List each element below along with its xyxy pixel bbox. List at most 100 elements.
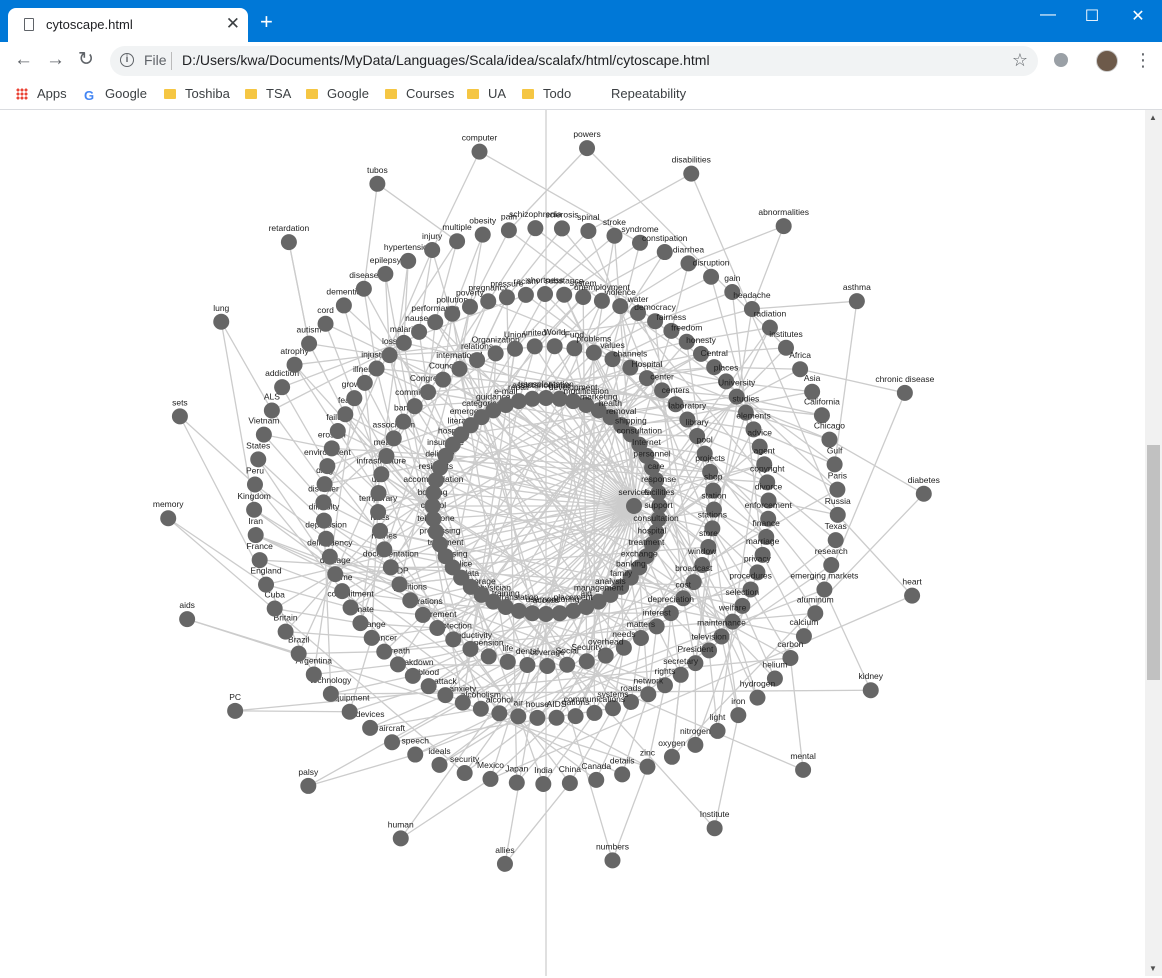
scrollbar-thumb[interactable] [1147, 445, 1160, 680]
graph-node[interactable] [640, 686, 657, 703]
graph-node[interactable] [368, 360, 385, 377]
back-icon[interactable]: ← [14, 50, 33, 70]
bookmark-todo[interactable]: Todo [522, 86, 571, 101]
graph-node[interactable] [687, 736, 704, 753]
graph-node[interactable] [263, 402, 280, 419]
bookmark-tsa[interactable]: TSA [245, 86, 291, 101]
graph-node[interactable] [329, 423, 346, 440]
graph-node[interactable] [407, 746, 424, 763]
graph-node[interactable] [896, 384, 913, 401]
graph-node[interactable] [376, 643, 393, 660]
graph-node[interactable] [472, 700, 489, 717]
forward-icon[interactable]: → [46, 50, 65, 70]
graph-node[interactable] [437, 687, 454, 704]
graph-node[interactable] [496, 855, 513, 872]
graph-node[interactable] [546, 338, 563, 355]
graph-node[interactable] [749, 689, 766, 706]
graph-node[interactable] [382, 559, 399, 576]
graph-node[interactable] [424, 242, 441, 259]
graph-node[interactable] [510, 393, 527, 410]
graph-node[interactable] [355, 280, 372, 297]
graph-node[interactable] [588, 771, 605, 788]
graph-node[interactable] [404, 667, 421, 684]
scroll-down-icon[interactable]: ▼ [1149, 964, 1157, 973]
graph-node[interactable] [411, 323, 428, 340]
graph-node[interactable] [506, 340, 523, 357]
graph-node[interactable] [527, 220, 544, 237]
graph-node[interactable] [538, 606, 554, 622]
graph-node[interactable] [322, 685, 339, 702]
graph-node[interactable] [915, 485, 932, 502]
graph-node[interactable] [529, 709, 546, 726]
graph-node[interactable] [373, 466, 390, 483]
graph-node[interactable] [352, 615, 369, 632]
url-text[interactable]: D:/Users/kwa/Documents/MyData/Languages/… [182, 52, 710, 68]
graph-node[interactable] [389, 656, 406, 673]
graph-node[interactable] [381, 347, 398, 364]
maximize-button[interactable]: ☐ [1072, 6, 1112, 28]
graph-node[interactable] [323, 440, 340, 457]
graph-node[interactable] [335, 297, 352, 314]
graph-node[interactable] [462, 640, 479, 657]
graph-node[interactable] [848, 293, 865, 310]
bookmark-google[interactable]: G Google [84, 86, 147, 102]
graph-node[interactable] [400, 252, 417, 269]
graph-node[interactable] [524, 390, 541, 407]
graph-node[interactable] [559, 656, 576, 673]
graph-node[interactable] [614, 766, 631, 783]
graph-node[interactable] [346, 390, 363, 407]
graph-node[interactable] [526, 338, 543, 355]
graph-node[interactable] [377, 265, 394, 282]
graph-node[interactable] [498, 289, 515, 306]
graph-node[interactable] [372, 522, 389, 539]
graph-node[interactable] [318, 530, 335, 547]
graph-node[interactable] [376, 541, 393, 558]
graph-node[interactable] [535, 775, 552, 792]
graph-node[interactable] [499, 653, 516, 670]
graph-node[interactable] [315, 512, 332, 529]
graph-node[interactable] [626, 498, 642, 514]
graph-node[interactable] [227, 702, 244, 719]
graph-node[interactable] [795, 761, 812, 778]
graph-node[interactable] [213, 313, 230, 330]
reload-icon[interactable]: ↻ [78, 50, 94, 70]
star-icon[interactable]: ☆ [1012, 50, 1028, 71]
graph-node[interactable] [639, 758, 656, 775]
graph-node[interactable] [510, 708, 527, 725]
bookmark-courses[interactable]: Courses [385, 86, 454, 101]
graph-node[interactable] [250, 451, 267, 468]
minimize-button[interactable]: — [1028, 6, 1068, 28]
graph-node[interactable] [414, 606, 431, 623]
graph-node[interactable] [435, 371, 452, 388]
graph-node[interactable] [548, 709, 565, 726]
graph-node[interactable] [300, 777, 317, 794]
graph-node[interactable] [482, 770, 499, 787]
graph-node[interactable] [341, 703, 358, 720]
close-tab-icon[interactable]: ✕ [226, 14, 240, 34]
graph-node[interactable] [315, 494, 332, 511]
browser-tab[interactable]: cytoscape.html ✕ [8, 8, 248, 42]
graph-node[interactable] [171, 408, 188, 425]
graph-node[interactable] [553, 220, 570, 237]
graph-node[interactable] [317, 315, 334, 332]
graph-node[interactable] [342, 599, 359, 616]
graph-node[interactable] [378, 447, 395, 464]
info-icon[interactable]: i [120, 53, 134, 67]
graph-node[interactable] [429, 620, 446, 637]
graph-node[interactable] [469, 352, 486, 369]
graph-node[interactable] [327, 566, 344, 583]
vertical-scrollbar[interactable]: ▲ ▼ [1145, 110, 1162, 976]
graph-node[interactable] [862, 682, 879, 699]
graph-node[interactable] [451, 360, 468, 377]
graph-node[interactable] [402, 592, 419, 609]
graph-node[interactable] [337, 406, 354, 423]
graph-node[interactable] [301, 335, 318, 352]
graph-node[interactable] [519, 657, 536, 674]
graph-node[interactable] [258, 576, 275, 593]
graph-node[interactable] [290, 645, 307, 662]
graph-node[interactable] [524, 605, 541, 622]
graph-node[interactable] [580, 222, 597, 239]
graph-node[interactable] [286, 356, 303, 373]
graph-node[interactable] [420, 678, 437, 695]
graph-node[interactable] [246, 476, 263, 493]
